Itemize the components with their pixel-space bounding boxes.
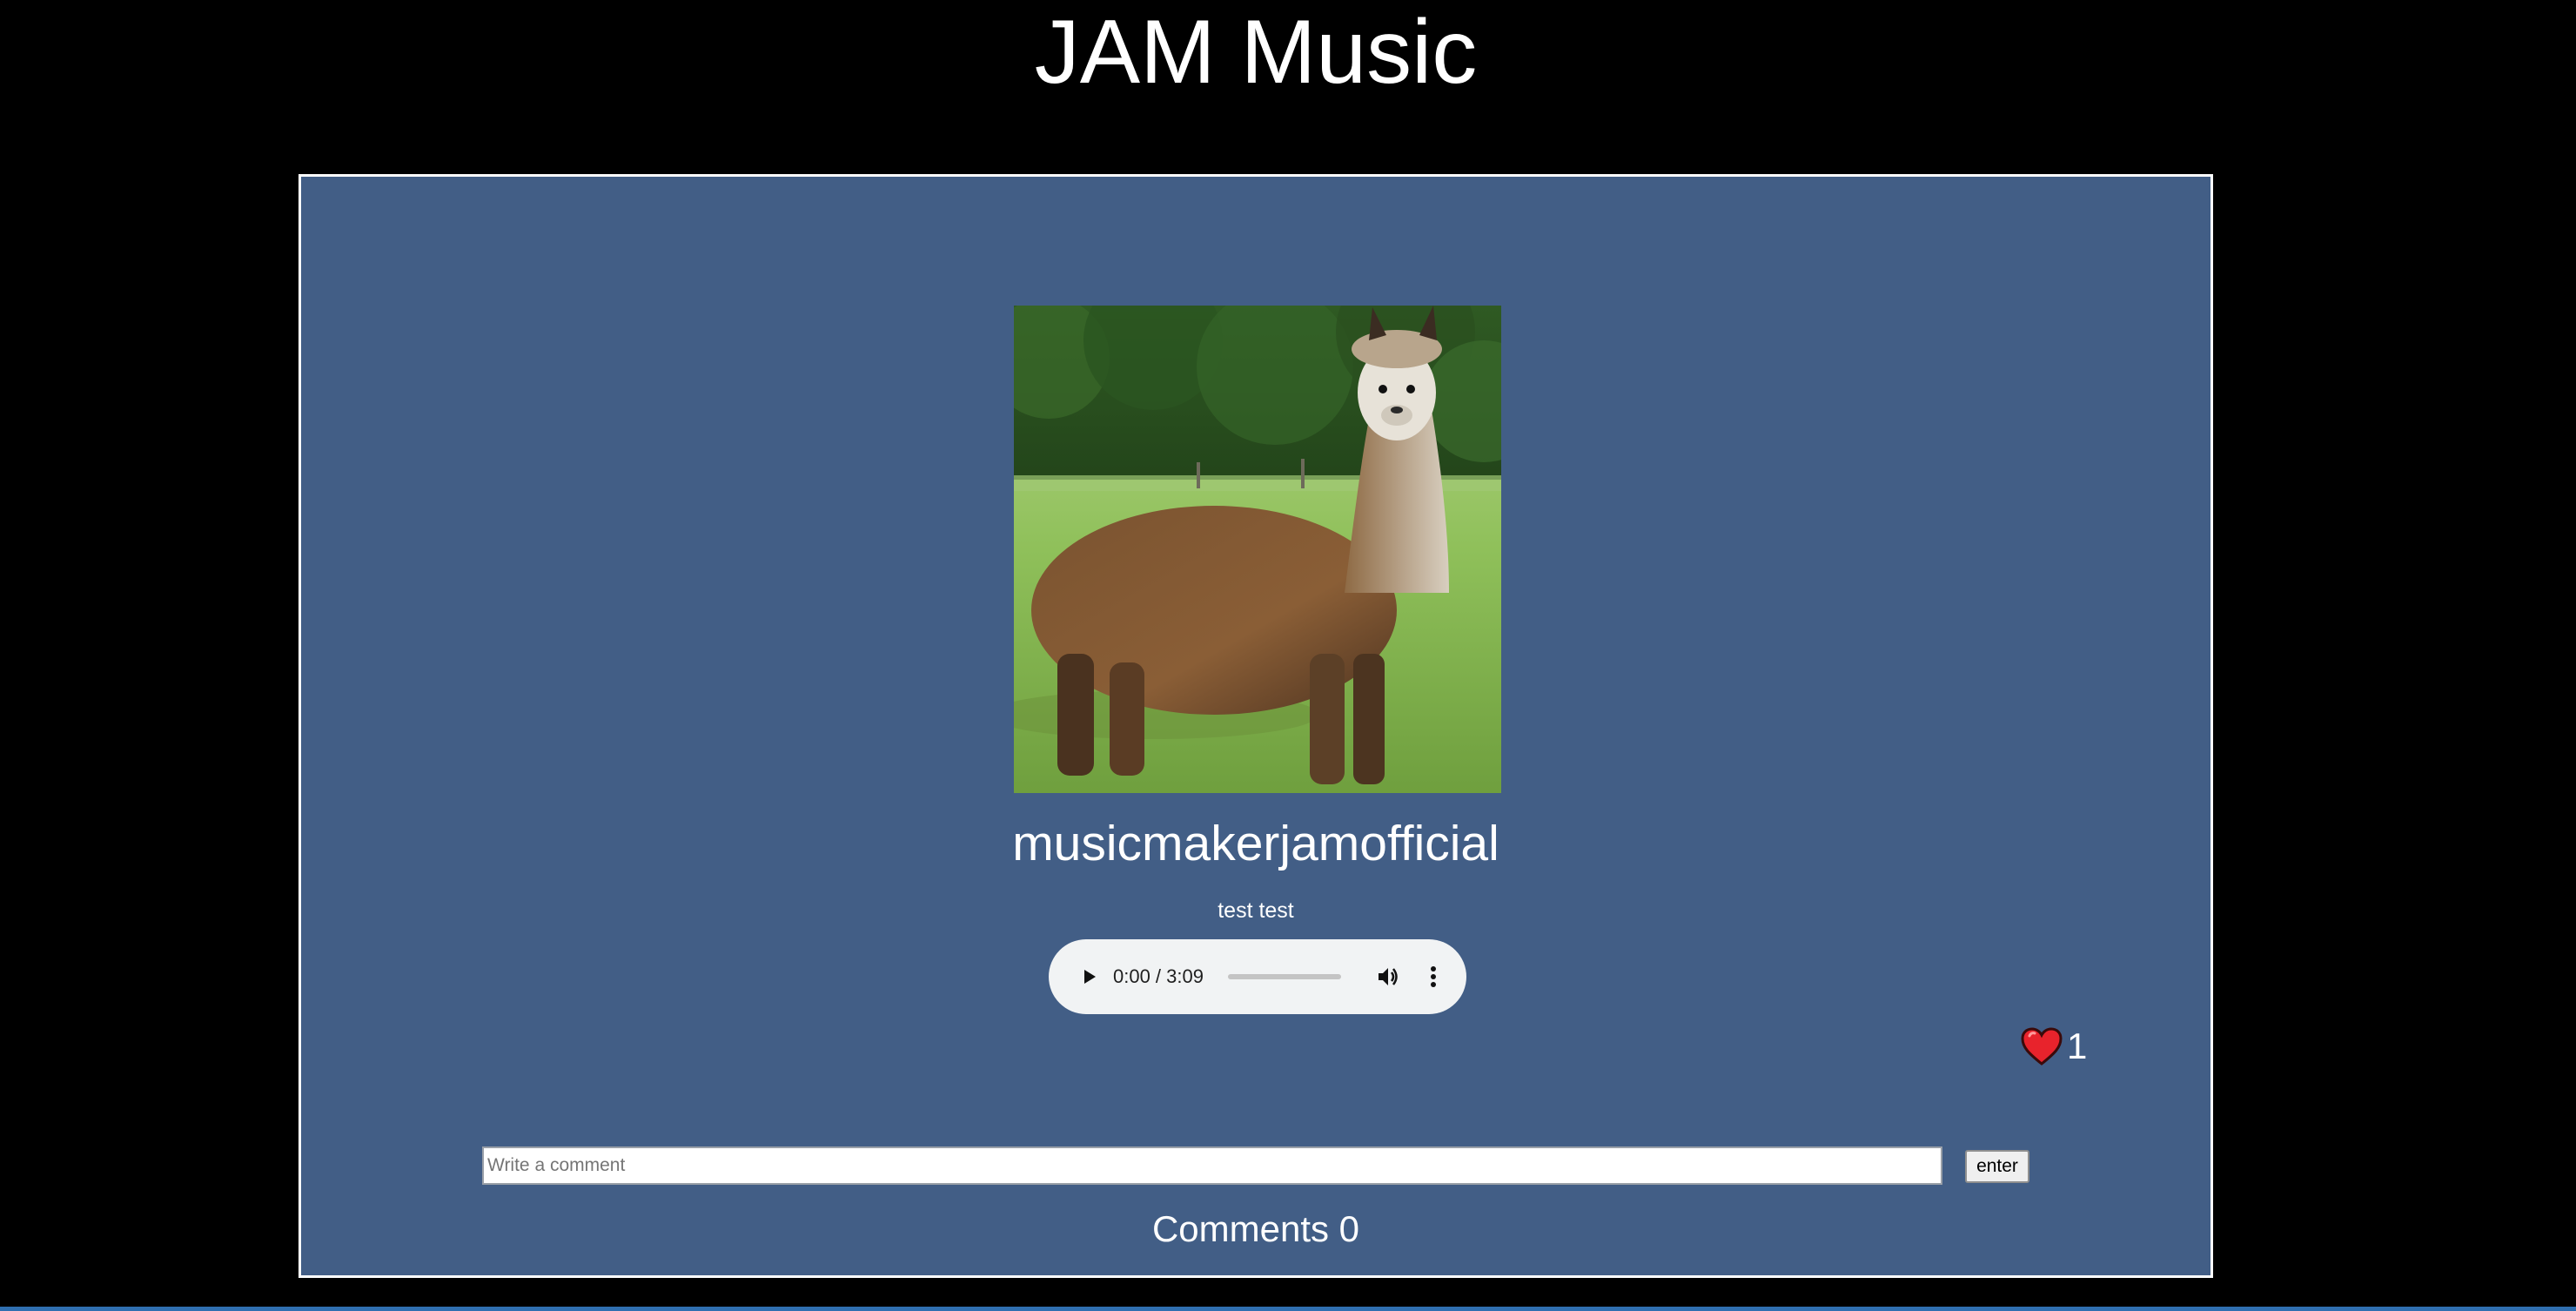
like-count: 1 <box>2067 1025 2088 1066</box>
comments-heading: Comments 0 <box>1151 1208 1360 1249</box>
site-title: JAM Music <box>1034 2 1478 103</box>
play-icon[interactable] <box>1071 959 1106 994</box>
post-card: musicmakerjamofficial test test 0:00 / 3… <box>299 174 2213 1278</box>
enter-button[interactable]: enter <box>1965 1150 2029 1183</box>
audio-player: 0:00 / 3:09 <box>1049 939 1466 1014</box>
username: musicmakerjamofficial <box>1012 816 1499 871</box>
player-time: 0:00 / 3:09 <box>1113 965 1204 987</box>
like-area: 1 <box>2020 1023 2087 1070</box>
window-bottom-strip <box>0 1307 2576 1311</box>
heart-icon[interactable] <box>2020 1026 2063 1066</box>
progress-bar[interactable] <box>1228 974 1341 979</box>
volume-icon[interactable] <box>1371 959 1405 994</box>
comment-input[interactable] <box>482 1146 1942 1185</box>
more-vert-icon[interactable] <box>1416 959 1451 994</box>
song-title: test test <box>1218 898 1294 923</box>
cover-image <box>1014 306 1501 793</box>
